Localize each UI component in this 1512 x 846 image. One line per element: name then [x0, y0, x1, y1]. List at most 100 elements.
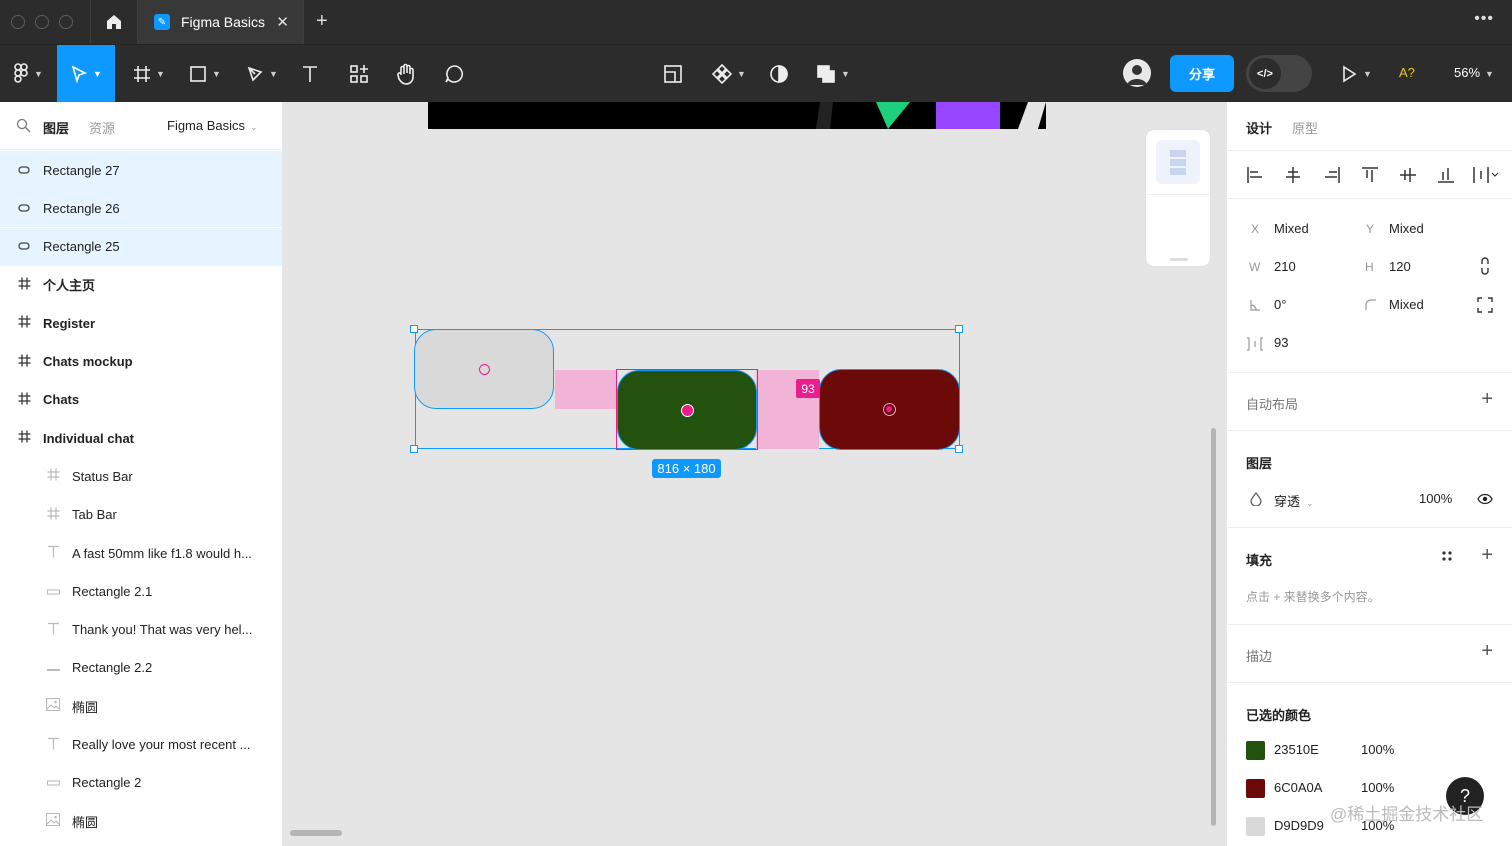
- rectangle-25[interactable]: [414, 329, 554, 409]
- width-field[interactable]: 210: [1274, 259, 1296, 274]
- layout-icon: [664, 64, 682, 83]
- corner-radius-field[interactable]: Mixed: [1389, 297, 1424, 312]
- color-swatch[interactable]: [1246, 817, 1265, 836]
- layer-row[interactable]: 个人主页: [0, 266, 282, 304]
- align-vertical-center-icon[interactable]: [1399, 166, 1417, 184]
- resize-handle-top-right[interactable]: [955, 325, 963, 333]
- tab-prototype[interactable]: 原型: [1292, 118, 1318, 137]
- rectangle-icon: [17, 163, 31, 178]
- layer-row[interactable]: Really love your most recent ...: [0, 726, 282, 764]
- tab-assets[interactable]: 资源: [89, 118, 115, 137]
- rotation-field[interactable]: 0°: [1274, 297, 1286, 312]
- comment-tool[interactable]: [440, 45, 468, 102]
- tab-layers[interactable]: 图层: [43, 118, 69, 137]
- pen-tool[interactable]: ▼: [241, 45, 283, 102]
- zoom-dropdown[interactable]: 56% ▼: [1454, 65, 1494, 80]
- missing-fonts-button[interactable]: A?: [1399, 65, 1415, 80]
- color-swatch[interactable]: [1246, 741, 1265, 760]
- align-right-icon[interactable]: [1323, 166, 1341, 184]
- layer-row[interactable]: 椭圆: [0, 687, 282, 725]
- resize-handle-bottom-left[interactable]: [410, 445, 418, 453]
- styles-grid-icon[interactable]: [1441, 550, 1453, 562]
- resources-tool[interactable]: [345, 45, 373, 102]
- resize-handle-top-left[interactable]: [410, 325, 418, 333]
- corner-radius-handle[interactable]: [479, 364, 490, 375]
- text-tool[interactable]: [296, 45, 324, 102]
- add-stroke-icon[interactable]: +: [1481, 640, 1493, 663]
- canvas-horizontal-scrollbar[interactable]: [290, 830, 342, 836]
- boolean-tool[interactable]: ▼: [812, 45, 854, 102]
- align-top-icon[interactable]: [1361, 166, 1379, 184]
- align-left-icon[interactable]: [1246, 166, 1264, 184]
- layer-row[interactable]: Rectangle 2.1: [0, 572, 282, 610]
- layer-opacity-field[interactable]: 100%: [1419, 491, 1452, 506]
- window-zoom-control[interactable]: [59, 15, 73, 29]
- spacing-field[interactable]: 93: [1274, 335, 1288, 350]
- layer-row[interactable]: Thank you! That was very hel...: [0, 611, 282, 649]
- corner-radius-handle[interactable]: [681, 404, 694, 417]
- frame-tool[interactable]: ▼: [128, 45, 170, 102]
- share-button[interactable]: 分享: [1170, 55, 1234, 92]
- add-fill-icon[interactable]: +: [1481, 544, 1493, 567]
- shape-tool[interactable]: ▼: [184, 45, 226, 102]
- tab-design[interactable]: 设计: [1246, 118, 1272, 137]
- color-opacity-value[interactable]: 100%: [1361, 780, 1394, 795]
- color-hex-value[interactable]: 23510E: [1274, 742, 1319, 757]
- dev-mode-toggle[interactable]: </>: [1246, 55, 1312, 92]
- color-opacity-value[interactable]: 100%: [1361, 742, 1394, 757]
- layer-row[interactable]: Rectangle 27: [0, 151, 282, 189]
- spacing-value-label[interactable]: 93: [796, 379, 820, 398]
- align-horizontal-center-icon[interactable]: [1284, 166, 1302, 184]
- layer-row[interactable]: Register: [0, 304, 282, 342]
- rectangle-27[interactable]: [819, 369, 960, 450]
- phone-frame-thumbnail[interactable]: [1146, 130, 1210, 266]
- layer-row[interactable]: Rectangle 26: [0, 189, 282, 228]
- layer-row[interactable]: 椭圆: [0, 802, 282, 840]
- move-tool[interactable]: ▼: [57, 45, 115, 102]
- window-close-control[interactable]: [11, 15, 25, 29]
- window-minimize-control[interactable]: [35, 15, 49, 29]
- resize-handle-bottom-right[interactable]: [955, 445, 963, 453]
- independent-corners-icon[interactable]: [1477, 297, 1493, 313]
- main-menu-button[interactable]: ▼: [6, 45, 50, 102]
- file-tab[interactable]: ✎ Figma Basics ✕: [138, 0, 304, 44]
- layer-row[interactable]: Tab Bar: [0, 496, 282, 534]
- constrain-proportions-icon[interactable]: [1479, 257, 1491, 275]
- x-field[interactable]: Mixed: [1274, 221, 1309, 236]
- layer-row[interactable]: Chats: [0, 381, 282, 419]
- color-hex-value[interactable]: 6C0A0A: [1274, 780, 1322, 795]
- layer-row[interactable]: Chats mockup: [0, 343, 282, 381]
- more-options-button[interactable]: •••: [1474, 10, 1494, 28]
- color-swatch[interactable]: [1246, 779, 1265, 798]
- mask-tool[interactable]: [765, 45, 793, 102]
- layer-row[interactable]: Rectangle 2.2: [0, 649, 282, 687]
- layer-row[interactable]: Rectangle 2: [0, 764, 282, 802]
- hand-tool[interactable]: [391, 45, 421, 102]
- layer-row[interactable]: Status Bar: [0, 457, 282, 495]
- add-auto-layout-icon[interactable]: +: [1481, 388, 1493, 411]
- page-selector[interactable]: Figma Basics ⌄: [167, 118, 258, 133]
- blend-mode-select[interactable]: 穿透 ⌄: [1274, 491, 1314, 510]
- present-button[interactable]: ▼: [1336, 45, 1376, 102]
- canvas[interactable]: 93 816 × 180: [283, 102, 1226, 846]
- canvas-vertical-scrollbar[interactable]: [1211, 428, 1216, 826]
- layer-row[interactable]: Rectangle 25: [0, 227, 282, 266]
- close-tab-icon[interactable]: ✕: [276, 13, 289, 31]
- height-field[interactable]: 120: [1389, 259, 1411, 274]
- new-tab-button[interactable]: +: [316, 10, 328, 33]
- avatar[interactable]: [1123, 59, 1151, 87]
- rectangle-26[interactable]: [617, 370, 757, 450]
- color-hex-value[interactable]: D9D9D9: [1274, 818, 1324, 833]
- dark-frame-partial[interactable]: [428, 102, 1046, 129]
- crop-tool[interactable]: [659, 45, 687, 102]
- corner-radius-handle[interactable]: [883, 403, 896, 416]
- layer-row[interactable]: A fast 50mm like f1.8 would h...: [0, 534, 282, 572]
- align-bottom-icon[interactable]: [1437, 166, 1455, 184]
- search-icon[interactable]: [16, 118, 31, 133]
- component-tool[interactable]: ▼: [708, 45, 750, 102]
- home-tab[interactable]: [90, 0, 138, 44]
- eye-icon[interactable]: [1477, 493, 1493, 505]
- y-field[interactable]: Mixed: [1389, 221, 1424, 236]
- distribute-icon[interactable]: [1472, 166, 1500, 184]
- layer-row[interactable]: Individual chat: [0, 419, 282, 457]
